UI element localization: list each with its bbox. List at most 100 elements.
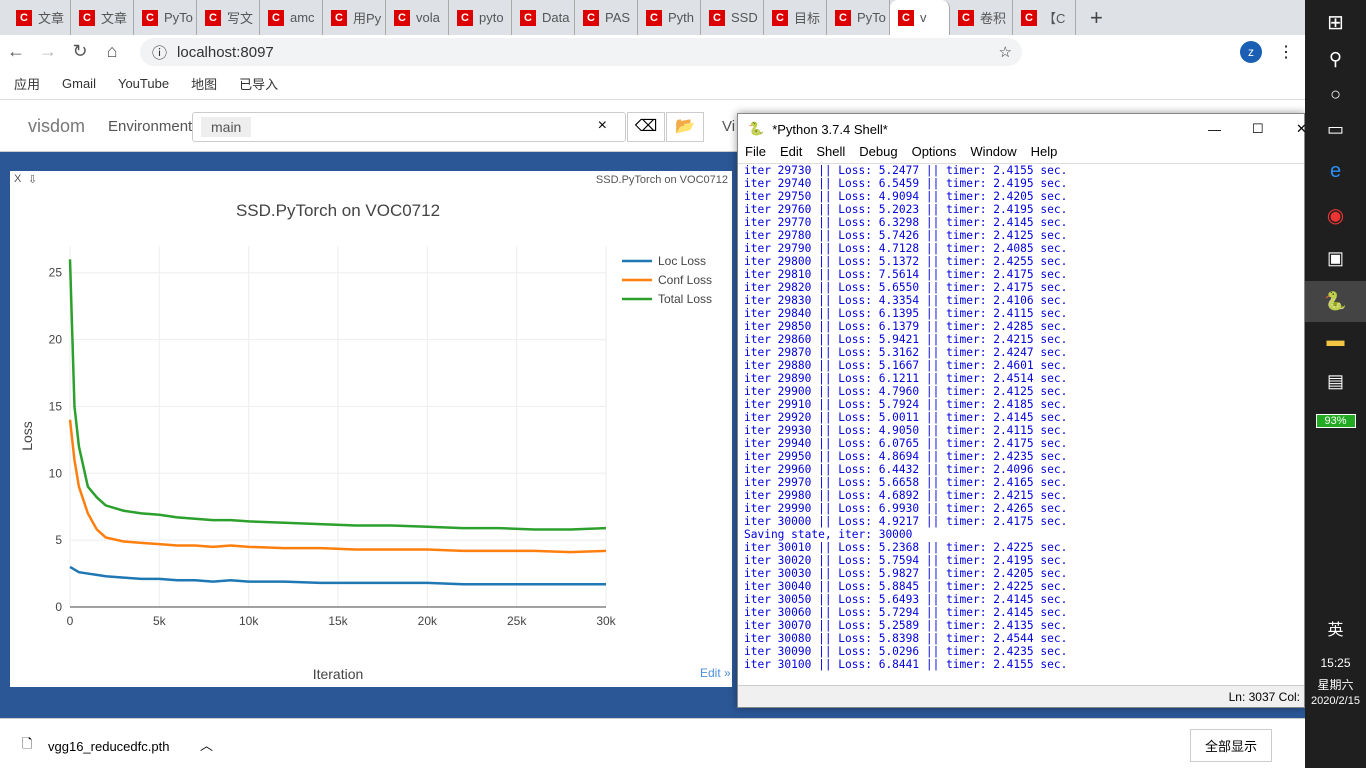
favicon-icon: C [1021,9,1037,26]
file-icon: 🗋 [22,736,33,751]
browser-tab[interactable]: C 文章 [8,0,71,35]
python-taskbar-icon[interactable]: 🐍 [1305,281,1366,322]
shell-menu-item[interactable]: Debug [859,144,897,163]
browser-tab[interactable]: Cv [890,0,950,35]
back-icon[interactable]: ← [0,41,32,62]
tab-label: PyTo [164,10,193,25]
clock-time[interactable]: 15:25 [1305,656,1366,670]
tab-label: 文章 [38,11,65,26]
favicon-icon: C [268,9,284,26]
clock-weekday: 星期六 [1317,678,1354,692]
new-tab-button[interactable]: + [1090,5,1103,31]
chevron-up-icon[interactable]: ︿ [200,735,213,754]
battery-indicator[interactable]: 93% [1315,414,1356,428]
shell-menu-item[interactable]: Help [1031,144,1058,163]
x-tick-label: 20k [418,614,438,628]
environment-label: Environment [108,118,193,135]
chart-title: SSD.PyTorch on VOC0712 [236,201,440,220]
log-line: iter 29770 || Loss: 6.3298 || timer: 2.4… [744,216,1068,229]
bookmark-item[interactable]: 已导入 [239,74,278,93]
browser-tab[interactable]: C PyTo [134,0,197,35]
folder-button[interactable]: 📂 [666,112,704,142]
menu-icon[interactable]: ⋮ [1278,42,1294,62]
chrome-icon[interactable]: ◉ [1305,203,1366,228]
shell-menu-item[interactable]: Window [970,144,1016,163]
browser-tab[interactable]: C SSD [701,0,764,35]
edge-icon[interactable]: e [1305,160,1366,183]
browser-tab[interactable]: C 卷积 [950,0,1013,35]
profile-avatar[interactable]: z [1240,40,1262,63]
info-icon[interactable]: ⓘ [152,42,167,63]
log-line: iter 29890 || Loss: 6.1211 || timer: 2.4… [744,372,1068,385]
x-axis-label: Iteration [313,666,364,682]
browser-tab[interactable]: C 【C [1013,0,1076,35]
favicon-icon: C [583,9,599,26]
y-tick-label: 5 [55,533,62,547]
show-all-button[interactable]: 全部显示 [1190,729,1273,762]
clear-icon[interactable]: × [598,117,607,135]
shell-status: Ln: 3037 Col: [738,685,1304,707]
bookmark-item[interactable]: Gmail [62,76,96,91]
cortana-icon[interactable]: ○ [1305,84,1366,105]
url-input[interactable]: ⓘ localhost:8097 ☆ [140,38,1022,66]
download-item[interactable]: vgg16_reducedfc.pth [48,739,169,754]
terminal-icon[interactable]: ▣ [1305,248,1366,269]
environment-select[interactable]: main × [192,112,626,142]
clear-env-button[interactable]: ⌫ [627,112,665,142]
log-line: iter 29980 || Loss: 4.6892 || timer: 2.4… [744,489,1068,502]
browser-tab[interactable]: Cpyto [449,0,512,35]
shell-output[interactable]: iter 29730 || Loss: 5.2477 || timer: 2.4… [738,164,1304,671]
browser-tab[interactable]: C Pyth [638,0,701,35]
shell-menubar: File Edit Shell Debug Options Window Help [738,144,1304,164]
browser-tab[interactable]: C 用Py [323,0,386,35]
browser-tab[interactable]: C 写文 [197,0,260,35]
reload-icon[interactable]: ↻ [64,41,96,62]
forward-icon[interactable]: → [32,41,64,62]
tab-label: PAS [605,10,631,25]
browser-tab[interactable]: C 文章 [71,0,134,35]
log-line: iter 29910 || Loss: 5.7924 || timer: 2.4… [744,398,1068,411]
legend-entry[interactable]: Conf Loss [658,273,712,287]
bookmark-item[interactable]: 应用 [14,74,40,93]
edit-link[interactable]: Edit » [700,666,731,680]
minimize-button[interactable]: — [1208,122,1221,137]
shell-menu-item[interactable]: Options [912,144,957,163]
legend-entry[interactable]: Total Loss [658,292,712,306]
browser-tab[interactable]: C PyTo [827,0,890,35]
shell-menu-item[interactable]: Edit [780,144,802,163]
log-line: iter 30040 || Loss: 5.8845 || timer: 2.4… [744,580,1068,593]
bookmarks-bar: 应用 Gmail YouTube 地图 已导入 [0,68,1305,100]
log-line: iter 29730 || Loss: 5.2477 || timer: 2.4… [744,164,1068,177]
star-icon[interactable]: ☆ [999,43,1012,61]
tab-label: amc [290,10,315,25]
bookmark-item[interactable]: YouTube [118,76,169,91]
favicon-icon: C [457,9,473,26]
tab-label: Pyth [668,10,695,25]
task-view-icon[interactable]: ▭ [1305,119,1366,140]
browser-tab[interactable]: Cvola [386,0,449,35]
favicon-icon: C [16,9,32,26]
browser-tab[interactable]: C 目标 [764,0,827,35]
favicon-icon: C [331,9,347,26]
browser-tab[interactable]: Camc [260,0,323,35]
legend-entry[interactable]: Loc Loss [658,254,706,268]
search-icon[interactable]: ⚲ [1305,49,1366,70]
bookmark-item[interactable]: 地图 [191,74,217,93]
shell-titlebar: 🐍 *Python 3.7.4 Shell* — ☐ ✕ [738,114,1307,144]
browser-tab[interactable]: C Data [512,0,575,35]
browser-tab[interactable]: C PAS [575,0,638,35]
favicon-icon: C [646,9,662,26]
log-line: iter 30030 || Loss: 5.9827 || timer: 2.4… [744,567,1068,580]
maximize-button[interactable]: ☐ [1252,121,1264,137]
ime-indicator[interactable]: 英 [1305,616,1366,640]
explorer-icon[interactable]: ▬ [1305,330,1366,351]
y-tick-label: 20 [49,333,63,347]
shell-menu-item[interactable]: Shell [816,144,845,163]
home-icon[interactable]: ⌂ [96,41,128,62]
log-line: iter 29870 || Loss: 5.3162 || timer: 2.4… [744,346,1068,359]
app-icon[interactable]: ▤ [1305,371,1366,392]
windows-icon[interactable]: ⊞ [1305,10,1366,35]
environment-tag[interactable]: main [201,117,252,137]
shell-menu-item[interactable]: File [745,144,766,163]
tab-label: 文章 [101,11,128,26]
